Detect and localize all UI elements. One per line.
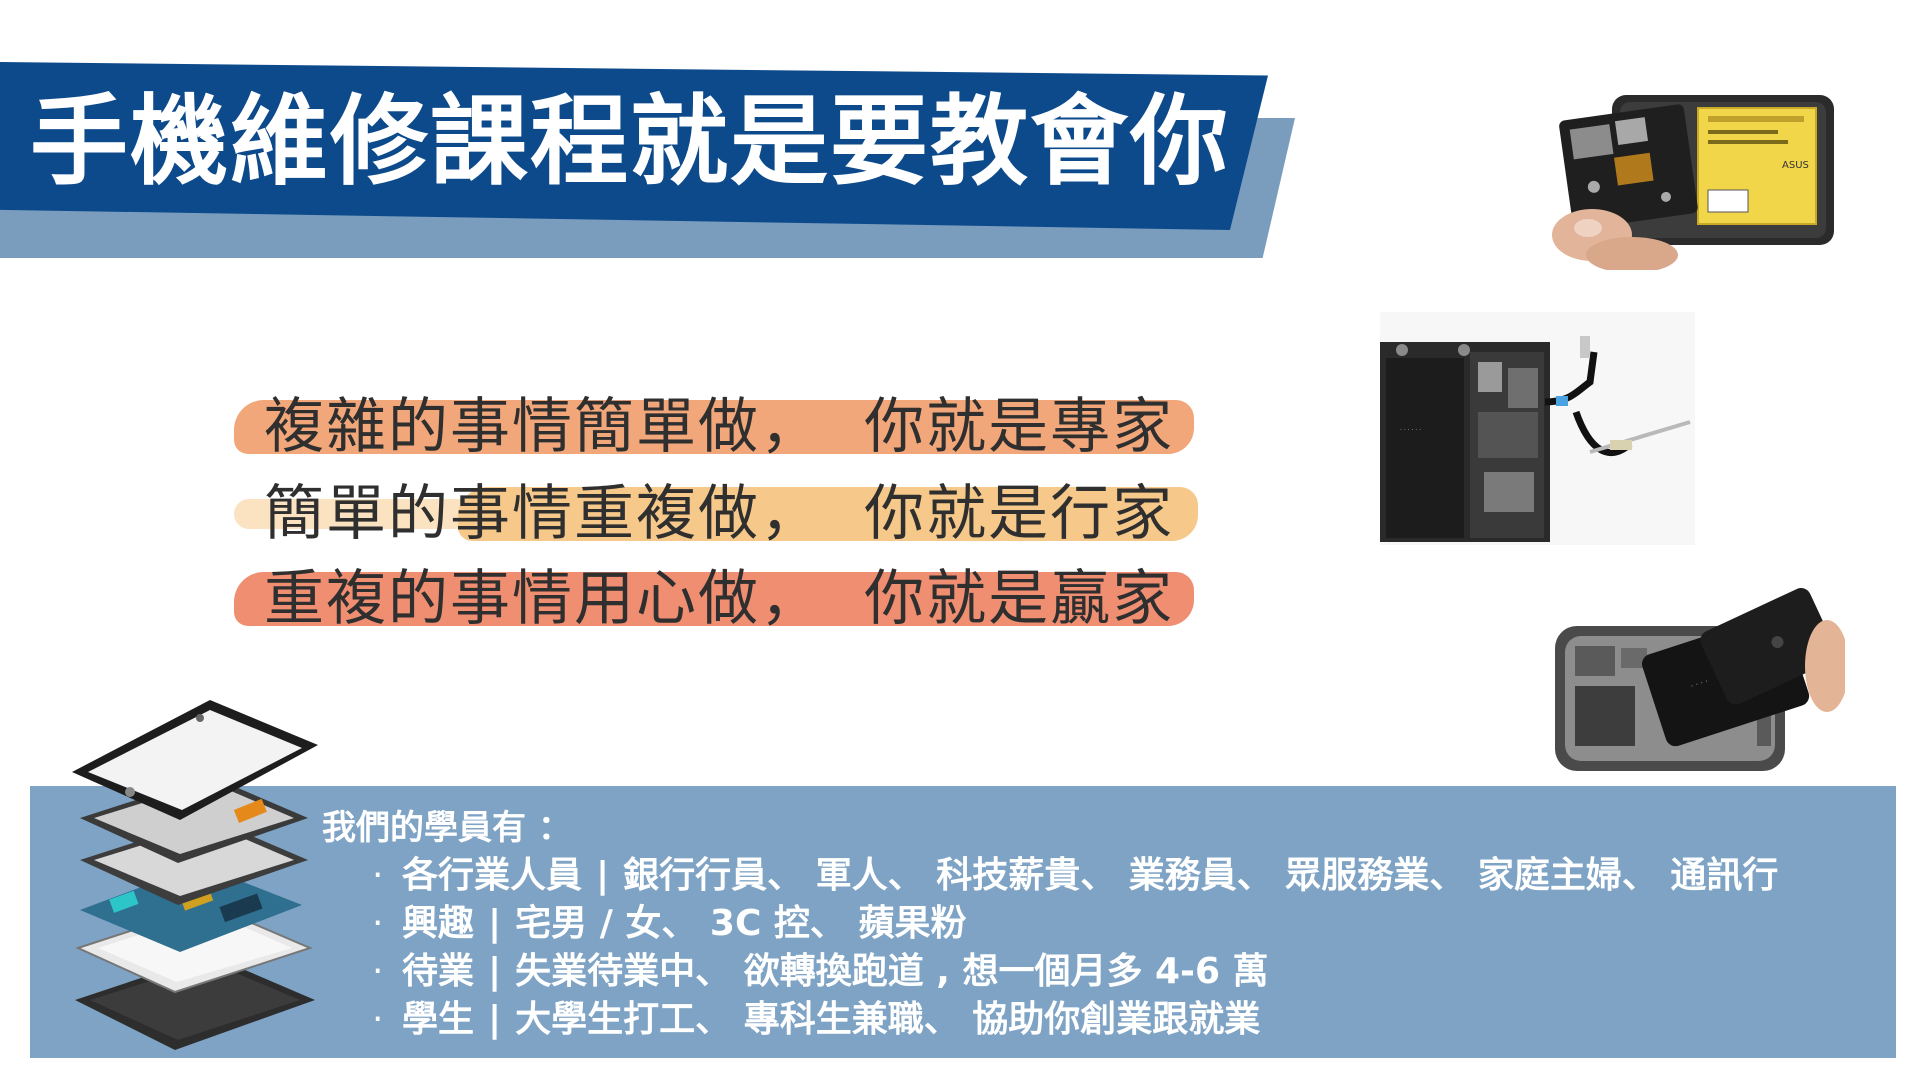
student-category: 待業 [402, 951, 475, 992]
slogan-text-3: 重複的事情用心做， 你就是贏家 [264, 562, 1174, 636]
separator: | [488, 999, 502, 1040]
slogan-2: 簡單的事情重複做， 你就是行家 [228, 475, 1208, 553]
student-items: 失業待業中、 欲轉換跑道 , 想一個月多 4-6 萬 [515, 951, 1269, 992]
list-item: · 興趣 | 宅男 / 女、 3C 控、 蘋果粉 [372, 900, 1778, 948]
slogan-text-1: 複雜的事情簡單做， 你就是專家 [264, 390, 1174, 464]
students-heading: 我們的學員有 ： [322, 808, 572, 848]
slogan-right-2: 你就是行家 [864, 479, 1175, 549]
phone-exploded-layers-illustration [70, 700, 320, 1050]
separator: | [488, 903, 502, 944]
photo-iphone-flex-cable: · · · · · · [1380, 312, 1695, 545]
students-list: · 各行業人員 | 銀行行員、 軍人、 科技薪貴、 業務員、 眾服務業、 家庭主… [372, 852, 1778, 1044]
separator: | [488, 951, 502, 992]
slogan-right-3: 你就是贏家 [864, 564, 1175, 634]
slogan-left-1: 複雜的事情簡單做， [264, 392, 822, 462]
slogan-text-2: 簡單的事情重複做， 你就是行家 [264, 477, 1174, 551]
bullet: · [372, 855, 384, 896]
student-category: 興趣 [402, 903, 475, 944]
student-category: 各行業人員 [402, 855, 583, 896]
svg-text:· · · · · ·: · · · · · · [1400, 427, 1421, 434]
asus-label: ASUS [1782, 160, 1809, 171]
page-title: 手機維修課程就是要教會你 [30, 85, 1231, 199]
bullet: · [372, 951, 384, 992]
slogan-right-1: 你就是專家 [864, 392, 1175, 462]
bullet: · [372, 903, 384, 944]
student-items: 宅男 / 女、 3C 控、 蘋果粉 [515, 903, 967, 944]
list-item: · 各行業人員 | 銀行行員、 軍人、 科技薪貴、 業務員、 眾服務業、 家庭主… [372, 852, 1778, 900]
slogan-1: 複雜的事情簡單做， 你就是專家 [228, 388, 1208, 466]
student-items: 大學生打工、 專科生兼職、 協助你創業跟就業 [515, 999, 1261, 1040]
photo-asus-disassembly: ASUS [1552, 50, 1842, 270]
list-item: · 待業 | 失業待業中、 欲轉換跑道 , 想一個月多 4-6 萬 [372, 948, 1778, 996]
student-category: 學生 [402, 999, 475, 1040]
bullet: · [372, 999, 384, 1040]
slogan-3: 重複的事情用心做， 你就是贏家 [228, 560, 1208, 638]
student-items: 銀行行員、 軍人、 科技薪貴、 業務員、 眾服務業、 家庭主婦、 通訊行 [623, 855, 1779, 896]
photo-iphone-battery: · · · · [1545, 586, 1845, 786]
slogan-left-2: 簡單的事情重複做， [264, 479, 822, 549]
list-item: · 學生 | 大學生打工、 專科生兼職、 協助你創業跟就業 [372, 996, 1778, 1044]
separator: | [596, 855, 610, 896]
slogan-left-3: 重複的事情用心做， [264, 564, 822, 634]
